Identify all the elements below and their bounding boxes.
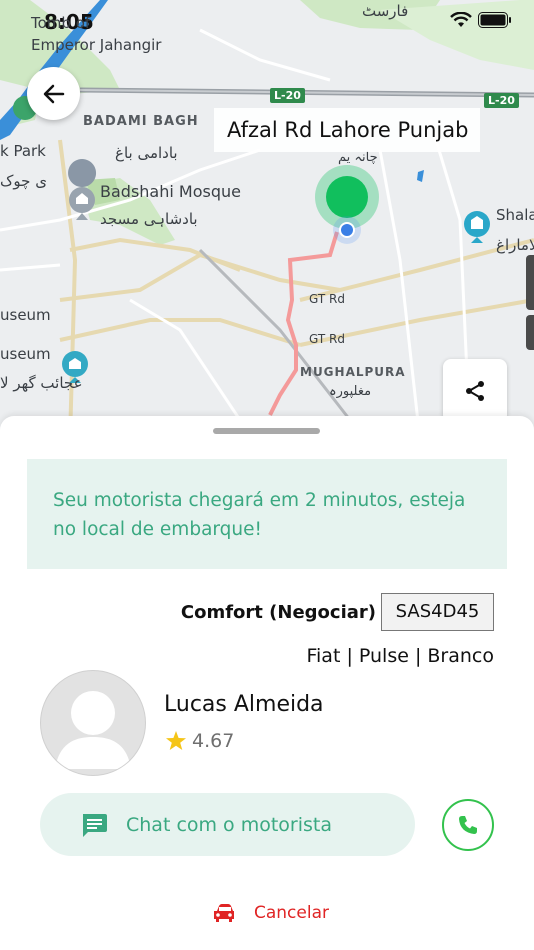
map-label: بادامی باغ	[115, 144, 178, 162]
star-icon	[166, 731, 186, 750]
map-label: GT Rd	[309, 292, 345, 306]
map-label: MUGHALPURA	[300, 365, 406, 379]
back-button[interactable]	[27, 67, 80, 120]
pickup-address-label: Afzal Rd Lahore Punjab	[214, 108, 480, 152]
map-label: مغلپورہ	[329, 384, 372, 399]
car-cancel-icon	[214, 904, 234, 922]
phone-icon	[459, 816, 477, 834]
share-icon	[466, 381, 484, 401]
cancel-label: Cancelar	[254, 903, 329, 923]
map-label: لاماراغ	[496, 236, 534, 254]
driver-name: Lucas Almeida	[164, 692, 324, 717]
car-description: Fiat | Pulse | Branco	[306, 645, 494, 667]
user-placeholder-icon	[55, 691, 131, 769]
share-button[interactable]	[443, 359, 507, 423]
map-view[interactable]: 8:05 Tomb of Emperor Jahangir فارسٹ BADA…	[0, 0, 534, 440]
wifi-icon	[450, 12, 472, 27]
sheet-drag-handle[interactable]	[213, 428, 320, 434]
map-label: k Park	[0, 142, 46, 160]
map-label: GT Rd	[309, 332, 345, 346]
battery-icon	[478, 12, 511, 28]
map-label: BADAMI BAGH	[83, 114, 199, 129]
highway-badge: L-20	[270, 88, 305, 103]
driver-rating: 4.67	[165, 730, 234, 752]
license-plate: SAS4D45	[381, 593, 494, 631]
map-label: Emperor Jahangir	[31, 36, 162, 54]
map-label: چانہ یم	[338, 150, 378, 165]
driver-avatar	[40, 670, 146, 776]
chat-icon	[83, 813, 107, 837]
route-line	[268, 231, 339, 416]
map-label: Shala	[496, 206, 534, 224]
map-label: عجائب گھر لا	[0, 374, 83, 392]
chat-with-driver-button[interactable]: Chat com o motorista	[40, 793, 415, 856]
map-label: Badshahi Mosque	[100, 182, 241, 201]
cancel-ride-button[interactable]: Cancelar	[212, 902, 329, 924]
map-label: useum	[0, 345, 51, 363]
chat-button-label: Chat com o motorista	[126, 813, 333, 836]
ride-details-sheet: Seu motorista chegará em 2 minutos, este…	[0, 416, 534, 950]
map-label: useum	[0, 306, 51, 324]
map-label: Tomb of	[31, 14, 91, 32]
map-label: ی چوک	[0, 172, 47, 190]
rating-value: 4.67	[192, 730, 235, 752]
call-driver-button[interactable]	[442, 799, 494, 851]
ride-category: Comfort (Negociar)	[180, 602, 376, 623]
arrival-notice: Seu motorista chegará em 2 minutos, este…	[27, 459, 507, 569]
arrow-left-icon	[43, 84, 64, 103]
map-label: بادشاہی مسجد	[100, 210, 198, 228]
highway-badge: L-20	[484, 93, 519, 108]
map-label: فارسٹ	[362, 2, 409, 20]
